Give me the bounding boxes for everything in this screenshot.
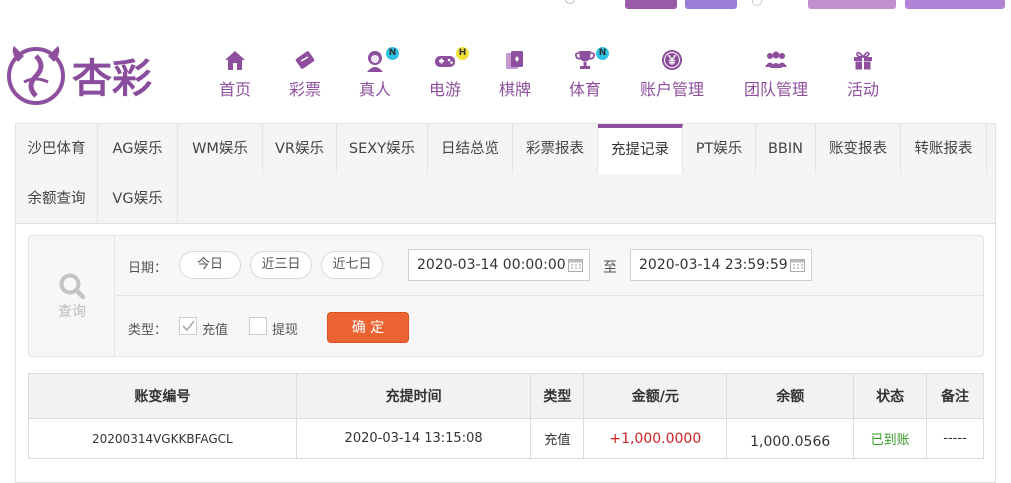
date-row: 日期： 今日 近三日 近七日 2020-03-14 00:00:00 至 202…: [116, 236, 983, 296]
withdraw-checkbox[interactable]: [249, 317, 267, 335]
nav-label: 团队管理: [743, 80, 808, 99]
search-side-label: 查询: [58, 304, 86, 320]
nav-label: 棋牌: [498, 80, 531, 99]
logo[interactable]: 杏彩: [6, 42, 166, 106]
tab-pt[interactable]: PT娱乐: [683, 124, 756, 174]
gift-icon: [854, 51, 872, 70]
tab-lottery-report[interactable]: 彩票报表: [513, 124, 598, 174]
top-button-1[interactable]: [625, 0, 677, 9]
cell-type: 充值: [530, 418, 585, 459]
tab-deposit-withdraw[interactable]: 充提记录: [598, 124, 683, 174]
report-panel: 沙巴体育 AG娱乐 WM娱乐 VR娱乐 SEXY娱乐 日结总览 彩票报表 充提记…: [15, 123, 996, 483]
top-radio[interactable]: [752, 0, 762, 6]
cell-amount: +1,000.0000: [583, 418, 728, 459]
tab-account-changes[interactable]: 账变报表: [816, 124, 901, 174]
tab-wm[interactable]: WM娱乐: [178, 124, 263, 174]
brand-name: 杏彩: [72, 56, 152, 102]
calendar-icon[interactable]: [790, 258, 805, 272]
end-datetime-value: 2020-03-14 23:59:59: [639, 257, 788, 273]
col-balance: 余额: [726, 373, 855, 419]
tab-vr[interactable]: VR娱乐: [263, 124, 337, 174]
nav-item-home[interactable]: 首页: [200, 45, 270, 105]
start-datetime-input[interactable]: 2020-03-14 00:00:00: [408, 249, 590, 281]
nav-item-promotions[interactable]: 活动: [828, 45, 898, 105]
type-label: 类型：: [128, 323, 168, 338]
table-row: 20200314VGKKBFAGCL 2020-03-14 13:15:08 充…: [28, 418, 984, 459]
tab-sexy[interactable]: SEXY娱乐: [337, 124, 428, 174]
cards-icon: [506, 51, 523, 69]
cell-remarks: -----: [926, 418, 984, 459]
trophy-icon: [574, 51, 596, 69]
today-button[interactable]: 今日: [179, 251, 241, 279]
nav-item-team[interactable]: 团队管理: [732, 45, 820, 105]
confirm-button[interactable]: 确 定: [327, 312, 409, 343]
top-button-4[interactable]: [905, 0, 1005, 9]
check-icon: [182, 320, 195, 332]
nav-item-account[interactable]: 账户管理: [628, 45, 716, 105]
nav-item-lottery[interactable]: 彩票: [270, 45, 340, 105]
report-tabs: 沙巴体育 AG娱乐 WM娱乐 VR娱乐 SEXY娱乐 日结总览 彩票报表 充提记…: [16, 124, 995, 224]
home-icon: [225, 51, 245, 70]
col-status: 状态: [853, 373, 928, 419]
cell-time: 2020-03-14 13:15:08: [295, 418, 532, 459]
logo-emblem-icon: [7, 46, 65, 105]
tab-balance-query[interactable]: 余额查询: [16, 174, 98, 224]
deposit-checkbox[interactable]: [179, 317, 197, 335]
nav-item-chess[interactable]: 棋牌: [480, 45, 550, 105]
col-transaction-id: 账变编号: [28, 373, 297, 419]
col-type: 类型: [530, 373, 585, 419]
top-button-2[interactable]: [685, 0, 737, 9]
tab-bbin[interactable]: BBIN: [756, 124, 816, 174]
ticket-icon: [295, 51, 315, 69]
cell-status: 已到账: [853, 418, 928, 459]
magnifier-icon: [59, 273, 86, 300]
yen-coin-icon: [662, 50, 682, 70]
site-header: 杏彩 首页 彩票 N 真人 H 电游 棋牌 N 体育 账户管理 团队管理 活动: [0, 30, 1011, 115]
nav-label: 真人: [358, 80, 391, 99]
start-datetime-value: 2020-03-14 00:00:00: [417, 257, 566, 273]
type-row: 类型： 充值 提现 确 定: [116, 297, 983, 356]
nav-item-sports[interactable]: N 体育: [550, 45, 620, 105]
refresh-icon[interactable]: [565, 0, 575, 4]
nav-item-live[interactable]: N 真人: [340, 45, 410, 105]
date-separator: 至: [603, 260, 617, 276]
nav-label: 电游: [428, 80, 461, 99]
deposit-option-label: 充值: [202, 323, 229, 338]
new-badge: N: [596, 47, 609, 60]
last-7-days-button[interactable]: 近七日: [321, 251, 383, 279]
table-header-row: 账变编号 充提时间 类型 金额/元 余额 状态 备注: [28, 373, 984, 419]
nav-label: 彩票: [288, 80, 321, 99]
search-form: 查询 日期： 今日 近三日 近七日 2020-03-14 00:00:00 至 …: [28, 235, 984, 357]
tab-transfer-report[interactable]: 转账报表: [901, 124, 987, 174]
last-3-days-button[interactable]: 近三日: [250, 251, 312, 279]
top-bar: [0, 0, 1011, 12]
live-dealer-icon: [367, 51, 383, 72]
team-icon: [765, 51, 787, 68]
date-label: 日期：: [128, 261, 168, 276]
nav-item-egames[interactable]: H 电游: [410, 45, 480, 105]
top-button-3[interactable]: [808, 0, 896, 9]
col-time: 充提时间: [295, 373, 532, 419]
nav-label: 账户管理: [639, 80, 704, 99]
cell-transaction-id: 20200314VGKKBFAGCL: [28, 418, 297, 459]
hot-badge: H: [456, 47, 469, 60]
tab-vg[interactable]: VG娱乐: [98, 174, 178, 224]
search-side: 查询: [29, 236, 115, 356]
gamepad-icon: [435, 56, 455, 67]
tab-ag[interactable]: AG娱乐: [98, 124, 178, 174]
calendar-icon[interactable]: [568, 258, 583, 272]
cell-balance: 1,000.0566: [726, 418, 855, 459]
new-badge: N: [386, 47, 399, 60]
nav-label: 首页: [218, 80, 251, 99]
nav-label: 活动: [846, 80, 879, 99]
col-amount: 金额/元: [583, 373, 728, 419]
end-datetime-input[interactable]: 2020-03-14 23:59:59: [630, 249, 812, 281]
col-remarks: 备注: [926, 373, 984, 419]
tab-daily-overview[interactable]: 日结总览: [428, 124, 513, 174]
records-table: 账变编号 充提时间 类型 金额/元 余额 状态 备注 20200314VGKKB…: [28, 373, 984, 459]
tab-saba-sports[interactable]: 沙巴体育: [16, 124, 98, 174]
withdraw-option-label: 提现: [272, 323, 299, 338]
nav-label: 体育: [568, 80, 601, 99]
tab-content: 查询 日期： 今日 近三日 近七日 2020-03-14 00:00:00 至 …: [16, 224, 995, 482]
